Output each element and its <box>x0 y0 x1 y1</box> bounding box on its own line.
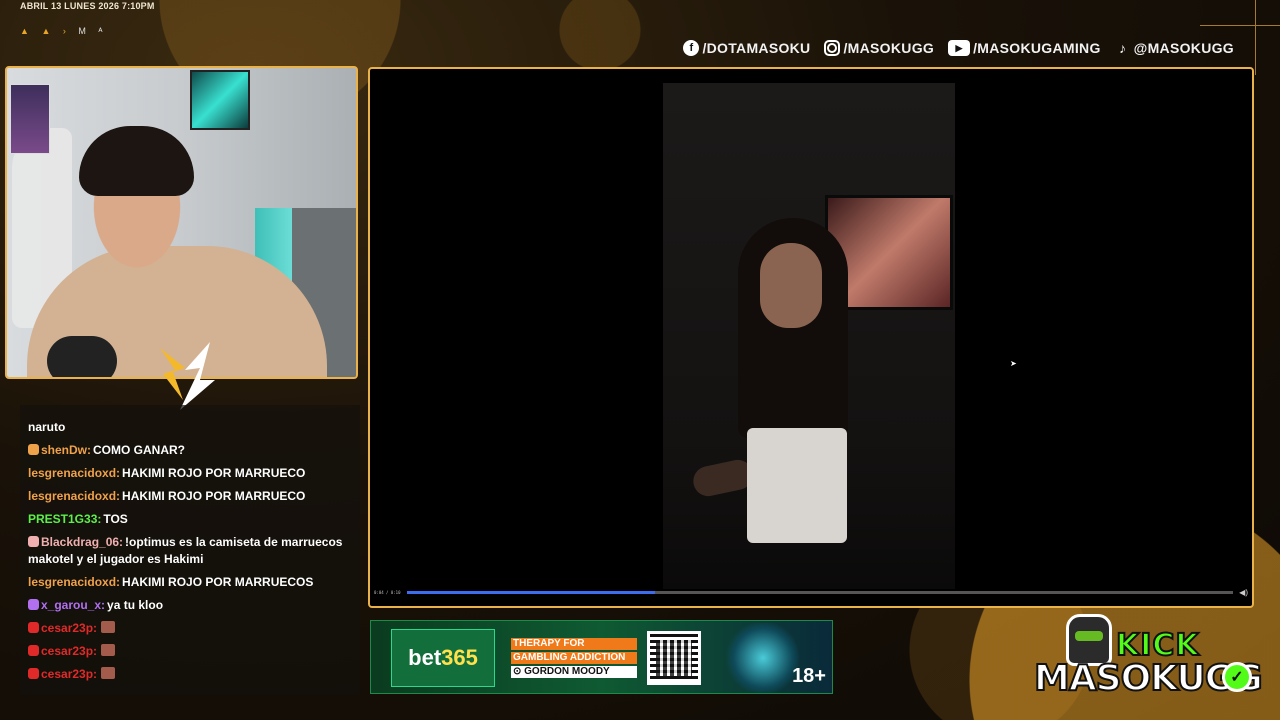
webcam-poster <box>190 70 250 130</box>
corner-decoration <box>1200 25 1280 26</box>
webcam-feed <box>5 66 358 379</box>
chat-username[interactable]: lesgrenacidoxd: <box>28 466 120 480</box>
chat-text: HAKIMI ROJO POR MARRUECOS <box>122 575 314 589</box>
youtube-icon: ▶ <box>948 40 971 56</box>
emote-icon <box>101 667 116 679</box>
bet365-logo: bet 365 <box>391 629 495 687</box>
bet365-ad-banner[interactable]: bet 365 THERAPY FOR GAMBLING ADDICTION ⊙ … <box>370 620 833 694</box>
social-label: /MASOKUGAMING <box>973 40 1101 56</box>
date-time-label: ABRIL 13 LUNES 2026 7:10PM <box>20 1 155 11</box>
user-badge-icon <box>28 645 39 656</box>
indicator-icon: › <box>62 26 66 36</box>
mini-indicators: ▲ ▲ › M ᴬ <box>20 26 112 36</box>
chat-text: TOS <box>103 512 128 526</box>
chat-message: x_garou_x: ya tu kloo <box>28 597 354 614</box>
chat-username[interactable]: PREST1G33: <box>28 512 101 526</box>
age-restriction-label: 18+ <box>792 665 826 687</box>
chat-username[interactable]: cesar23p: <box>41 667 97 681</box>
chat-username[interactable]: cesar23p: <box>41 621 97 635</box>
social-tiktok[interactable]: ♪ @MASOKUGG <box>1115 40 1234 56</box>
user-badge-icon <box>28 622 39 633</box>
social-instagram[interactable]: /MASOKUGG <box>824 40 934 56</box>
video-person-top <box>747 428 847 543</box>
video-time-label: 0:04 / 0:10 <box>374 589 401 595</box>
chat-panel: naruto shenDw: COMO GANAR? lesgrenacidoxd: H… <box>20 405 360 695</box>
video-progress-bar[interactable] <box>406 590 1234 594</box>
ad-therapy-text: THERAPY FOR GAMBLING ADDICTION ⊙ GORDON … <box>511 638 637 678</box>
chat-text: naruto <box>28 420 66 434</box>
bet-logo-text: bet <box>408 645 442 670</box>
user-badge-icon <box>28 599 39 610</box>
indicator-icon: M <box>78 26 86 36</box>
chat-message: cesar23p: <box>28 643 354 660</box>
corner-decoration-vertical <box>1255 0 1256 75</box>
chat-message: Blackdrag_06: !optimus es la camiseta de … <box>28 534 354 568</box>
social-label: /MASOKUGG <box>843 40 935 56</box>
ad-globe-graphic <box>723 623 803 693</box>
emote-icon <box>101 621 116 633</box>
ad-line: GAMBLING ADDICTION <box>511 652 637 664</box>
instagram-icon <box>824 40 841 56</box>
video-person-face <box>760 243 822 328</box>
kick-channel-logo: KICK MASOKUGG ✓ <box>1032 612 1264 702</box>
chat-text: HAKIMI ROJO POR MARRUECO <box>122 466 306 480</box>
chat-message: shenDw: COMO GANAR? <box>28 442 354 459</box>
tiktok-icon: ♪ <box>1118 40 1127 56</box>
chat-username[interactable]: shenDw: <box>41 443 91 457</box>
facebook-icon: f <box>683 40 700 56</box>
chat-message-list: naruto shenDw: COMO GANAR? lesgrenacidoxd: H… <box>28 419 354 689</box>
video-player[interactable]: ➤ 0:04 / 0:10 ◀) <box>368 67 1254 608</box>
chat-username[interactable]: lesgrenacidoxd: <box>28 575 120 589</box>
mouse-cursor-icon: ➤ <box>1010 359 1017 368</box>
emote-icon <box>101 644 116 656</box>
lightning-badge-icon <box>160 342 215 410</box>
chat-username[interactable]: cesar23p: <box>41 644 97 658</box>
volume-icon[interactable]: ◀) <box>1239 588 1248 597</box>
microphone <box>47 336 117 377</box>
social-label: /DOTAMASOKU <box>702 40 811 56</box>
user-badge-icon <box>28 536 39 547</box>
video-controls: 0:04 / 0:10 ◀) <box>370 586 1252 598</box>
chat-message: naruto <box>28 419 354 436</box>
video-progress-fill <box>406 590 655 594</box>
chat-text: ya tu kloo <box>107 598 164 612</box>
indicator-icon: ᴬ <box>98 26 103 36</box>
social-facebook[interactable]: f /DOTAMASOKU <box>683 40 810 56</box>
video-person-arm <box>690 457 756 499</box>
ad-line: ⊙ GORDON MOODY <box>511 666 637 678</box>
chat-message: cesar23p: <box>28 620 354 637</box>
indicator-icon: ▲ <box>20 26 29 36</box>
indicator-icon: ▲ <box>41 26 51 36</box>
chat-username[interactable]: lesgrenacidoxd: <box>28 489 120 503</box>
video-content <box>663 83 955 589</box>
social-label: @MASOKUGG <box>1133 40 1234 56</box>
chat-text: COMO GANAR? <box>93 443 186 457</box>
chat-message: PREST1G33: TOS <box>28 511 354 528</box>
qr-code <box>647 631 701 685</box>
verified-check-icon: ✓ <box>1222 662 1252 692</box>
chat-message: cesar23p: <box>28 666 354 683</box>
chat-username[interactable]: Blackdrag_06: <box>41 535 123 549</box>
chat-message: lesgrenacidoxd: HAKIMI ROJO POR MARRUECO <box>28 488 354 505</box>
chat-message: lesgrenacidoxd: HAKIMI ROJO POR MARRUECO <box>28 465 354 482</box>
chat-text: HAKIMI ROJO POR MARRUECO <box>122 489 306 503</box>
social-links: f /DOTAMASOKU /MASOKUGG ▶ /MASOKUGAMING … <box>683 40 1234 56</box>
chat-message: lesgrenacidoxd: HAKIMI ROJO POR MARRUECOS <box>28 574 354 591</box>
webcam-poster <box>10 84 50 154</box>
user-badge-icon <box>28 444 39 455</box>
ad-line: THERAPY FOR <box>511 638 637 650</box>
chat-username[interactable]: x_garou_x: <box>41 598 105 612</box>
social-youtube[interactable]: ▶ /MASOKUGAMING <box>948 40 1101 56</box>
user-badge-icon <box>28 668 39 679</box>
bet-logo-number: 365 <box>441 645 478 670</box>
